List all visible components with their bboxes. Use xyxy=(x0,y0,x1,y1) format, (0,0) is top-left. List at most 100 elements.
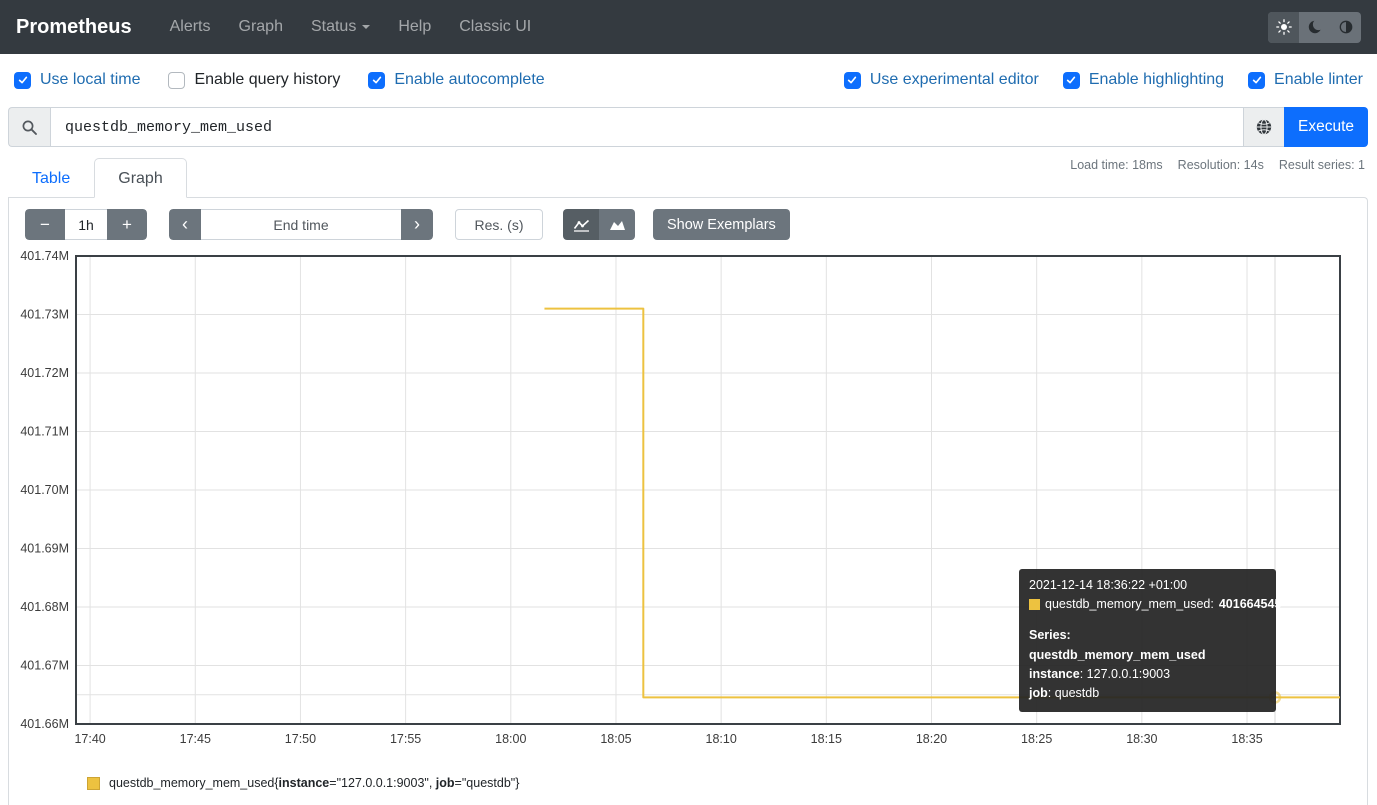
tab-table[interactable]: Table xyxy=(8,158,94,198)
svg-text:401.69M: 401.69M xyxy=(20,542,69,556)
use-local-time-checkbox[interactable] xyxy=(14,72,31,89)
svg-text:401.72M: 401.72M xyxy=(20,366,69,380)
increase-range-button[interactable]: + xyxy=(107,209,147,240)
search-addon xyxy=(8,107,50,147)
enable-autocomplete-setting[interactable]: Enable autocomplete xyxy=(368,71,544,89)
use-experimental-editor-setting[interactable]: Use experimental editor xyxy=(844,71,1039,89)
tooltip-metric-value: 401664545 xyxy=(1219,595,1282,614)
svg-text:401.73M: 401.73M xyxy=(20,308,69,322)
app-brand[interactable]: Prometheus xyxy=(16,16,132,39)
svg-text:18:30: 18:30 xyxy=(1126,732,1157,746)
show-exemplars-button[interactable]: Show Exemplars xyxy=(653,209,790,240)
prometheus-app: Prometheus Alerts Graph Status Help Clas… xyxy=(0,0,1377,805)
setting-label: Enable highlighting xyxy=(1089,71,1224,89)
nav-item-alerts[interactable]: Alerts xyxy=(156,18,225,36)
svg-text:401.74M: 401.74M xyxy=(20,249,69,263)
enable-autocomplete-checkbox[interactable] xyxy=(368,72,385,89)
enable-query-history-setting[interactable]: Enable query history xyxy=(168,71,340,89)
resolution-input[interactable] xyxy=(455,209,543,240)
svg-text:17:40: 17:40 xyxy=(74,732,105,746)
query-stats: Load time: 18ms Resolution: 14s Result s… xyxy=(1070,158,1365,172)
tooltip-series-name: questdb_memory_mem_used xyxy=(1029,646,1266,665)
use-local-time-setting[interactable]: Use local time xyxy=(14,71,140,89)
legend-label: questdb_memory_mem_used{instance="127.0.… xyxy=(109,776,519,790)
tooltip-metric-row: questdb_memory_mem_used: 401664545 xyxy=(1029,595,1266,614)
check-icon xyxy=(371,74,383,86)
use-experimental-editor-checkbox[interactable] xyxy=(844,72,861,89)
nav-item-help[interactable]: Help xyxy=(384,18,445,36)
enable-query-history-checkbox[interactable] xyxy=(168,72,185,89)
setting-label: Enable linter xyxy=(1274,71,1363,89)
svg-text:401.71M: 401.71M xyxy=(20,425,69,439)
check-icon xyxy=(1065,74,1077,86)
light-theme-button[interactable] xyxy=(1268,12,1299,43)
result-series-stat: Result series: 1 xyxy=(1279,158,1365,172)
svg-text:18:15: 18:15 xyxy=(811,732,842,746)
load-time-stat: Load time: 18ms xyxy=(1070,158,1162,172)
auto-theme-button[interactable] xyxy=(1330,12,1361,43)
check-icon xyxy=(846,74,858,86)
tooltip-series-heading: Series: xyxy=(1029,626,1266,645)
range-input[interactable] xyxy=(65,209,107,240)
stacked-chart-toggle-button[interactable] xyxy=(599,209,635,240)
query-expression-input[interactable] xyxy=(50,107,1244,147)
execute-button[interactable]: Execute xyxy=(1284,107,1368,147)
dark-theme-button[interactable] xyxy=(1299,12,1330,43)
navbar: Prometheus Alerts Graph Status Help Clas… xyxy=(0,0,1377,54)
tab-graph[interactable]: Graph xyxy=(94,158,186,198)
tooltip-instance-label: instance: 127.0.0.1:9003 xyxy=(1029,665,1266,684)
chart-type-toggle xyxy=(563,209,635,240)
graph-panel: − + ‹ › xyxy=(8,197,1368,805)
series-legend-item[interactable]: questdb_memory_mem_used{instance="127.0.… xyxy=(87,776,519,790)
graph-controls: − + ‹ › xyxy=(25,209,790,240)
line-chart-icon xyxy=(573,218,590,232)
setting-label: Use local time xyxy=(40,71,140,89)
search-icon xyxy=(21,119,38,136)
settings-group-right: Use experimental editor Enable highlight… xyxy=(844,71,1363,89)
svg-text:17:55: 17:55 xyxy=(390,732,421,746)
svg-text:18:20: 18:20 xyxy=(916,732,947,746)
query-row: Execute xyxy=(8,107,1368,147)
svg-text:401.68M: 401.68M xyxy=(20,600,69,614)
nav-item-classic-ui[interactable]: Classic UI xyxy=(445,18,545,36)
sun-icon xyxy=(1276,19,1292,35)
svg-text:401.66M: 401.66M xyxy=(20,717,69,731)
end-time-input[interactable] xyxy=(201,209,401,240)
line-chart-toggle-button[interactable] xyxy=(563,209,599,240)
chevron-down-icon xyxy=(362,25,370,29)
setting-label: Enable autocomplete xyxy=(394,71,544,89)
enable-highlighting-setting[interactable]: Enable highlighting xyxy=(1063,71,1224,89)
setting-label: Enable query history xyxy=(194,71,340,89)
series-color-swatch xyxy=(87,777,100,790)
tooltip-metric-name: questdb_memory_mem_used: xyxy=(1045,595,1214,614)
svg-text:17:50: 17:50 xyxy=(285,732,316,746)
end-time-control-group: ‹ › xyxy=(169,209,433,240)
enable-highlighting-checkbox[interactable] xyxy=(1063,72,1080,89)
svg-text:17:45: 17:45 xyxy=(180,732,211,746)
svg-text:18:25: 18:25 xyxy=(1021,732,1052,746)
decrease-range-button[interactable]: − xyxy=(25,209,65,240)
circle-half-icon xyxy=(1338,19,1354,35)
setting-label: Use experimental editor xyxy=(870,71,1039,89)
enable-linter-checkbox[interactable] xyxy=(1248,72,1265,89)
check-icon xyxy=(17,74,29,86)
nav-item-status-dropdown[interactable]: Status xyxy=(297,18,384,36)
range-control-group: − + xyxy=(25,209,147,240)
time-back-button[interactable]: ‹ xyxy=(169,209,201,240)
area-chart-icon xyxy=(609,218,626,232)
svg-text:401.70M: 401.70M xyxy=(20,483,69,497)
settings-group-left: Use local time Enable query history Enab… xyxy=(14,71,545,89)
enable-linter-setting[interactable]: Enable linter xyxy=(1248,71,1363,89)
metrics-explorer-button[interactable] xyxy=(1244,107,1284,147)
time-forward-button[interactable]: › xyxy=(401,209,433,240)
svg-text:18:10: 18:10 xyxy=(706,732,737,746)
series-color-swatch xyxy=(1029,599,1040,610)
result-tabs: Table Graph xyxy=(8,158,187,198)
globe-icon xyxy=(1255,118,1273,136)
settings-row: Use local time Enable query history Enab… xyxy=(0,64,1377,96)
tooltip-job-label: job: questdb xyxy=(1029,684,1266,703)
graph-tooltip: 2021-12-14 18:36:22 +01:00 questdb_memor… xyxy=(1019,569,1276,712)
nav-item-graph[interactable]: Graph xyxy=(225,18,297,36)
check-icon xyxy=(1251,74,1263,86)
resolution-stat: Resolution: 14s xyxy=(1178,158,1264,172)
